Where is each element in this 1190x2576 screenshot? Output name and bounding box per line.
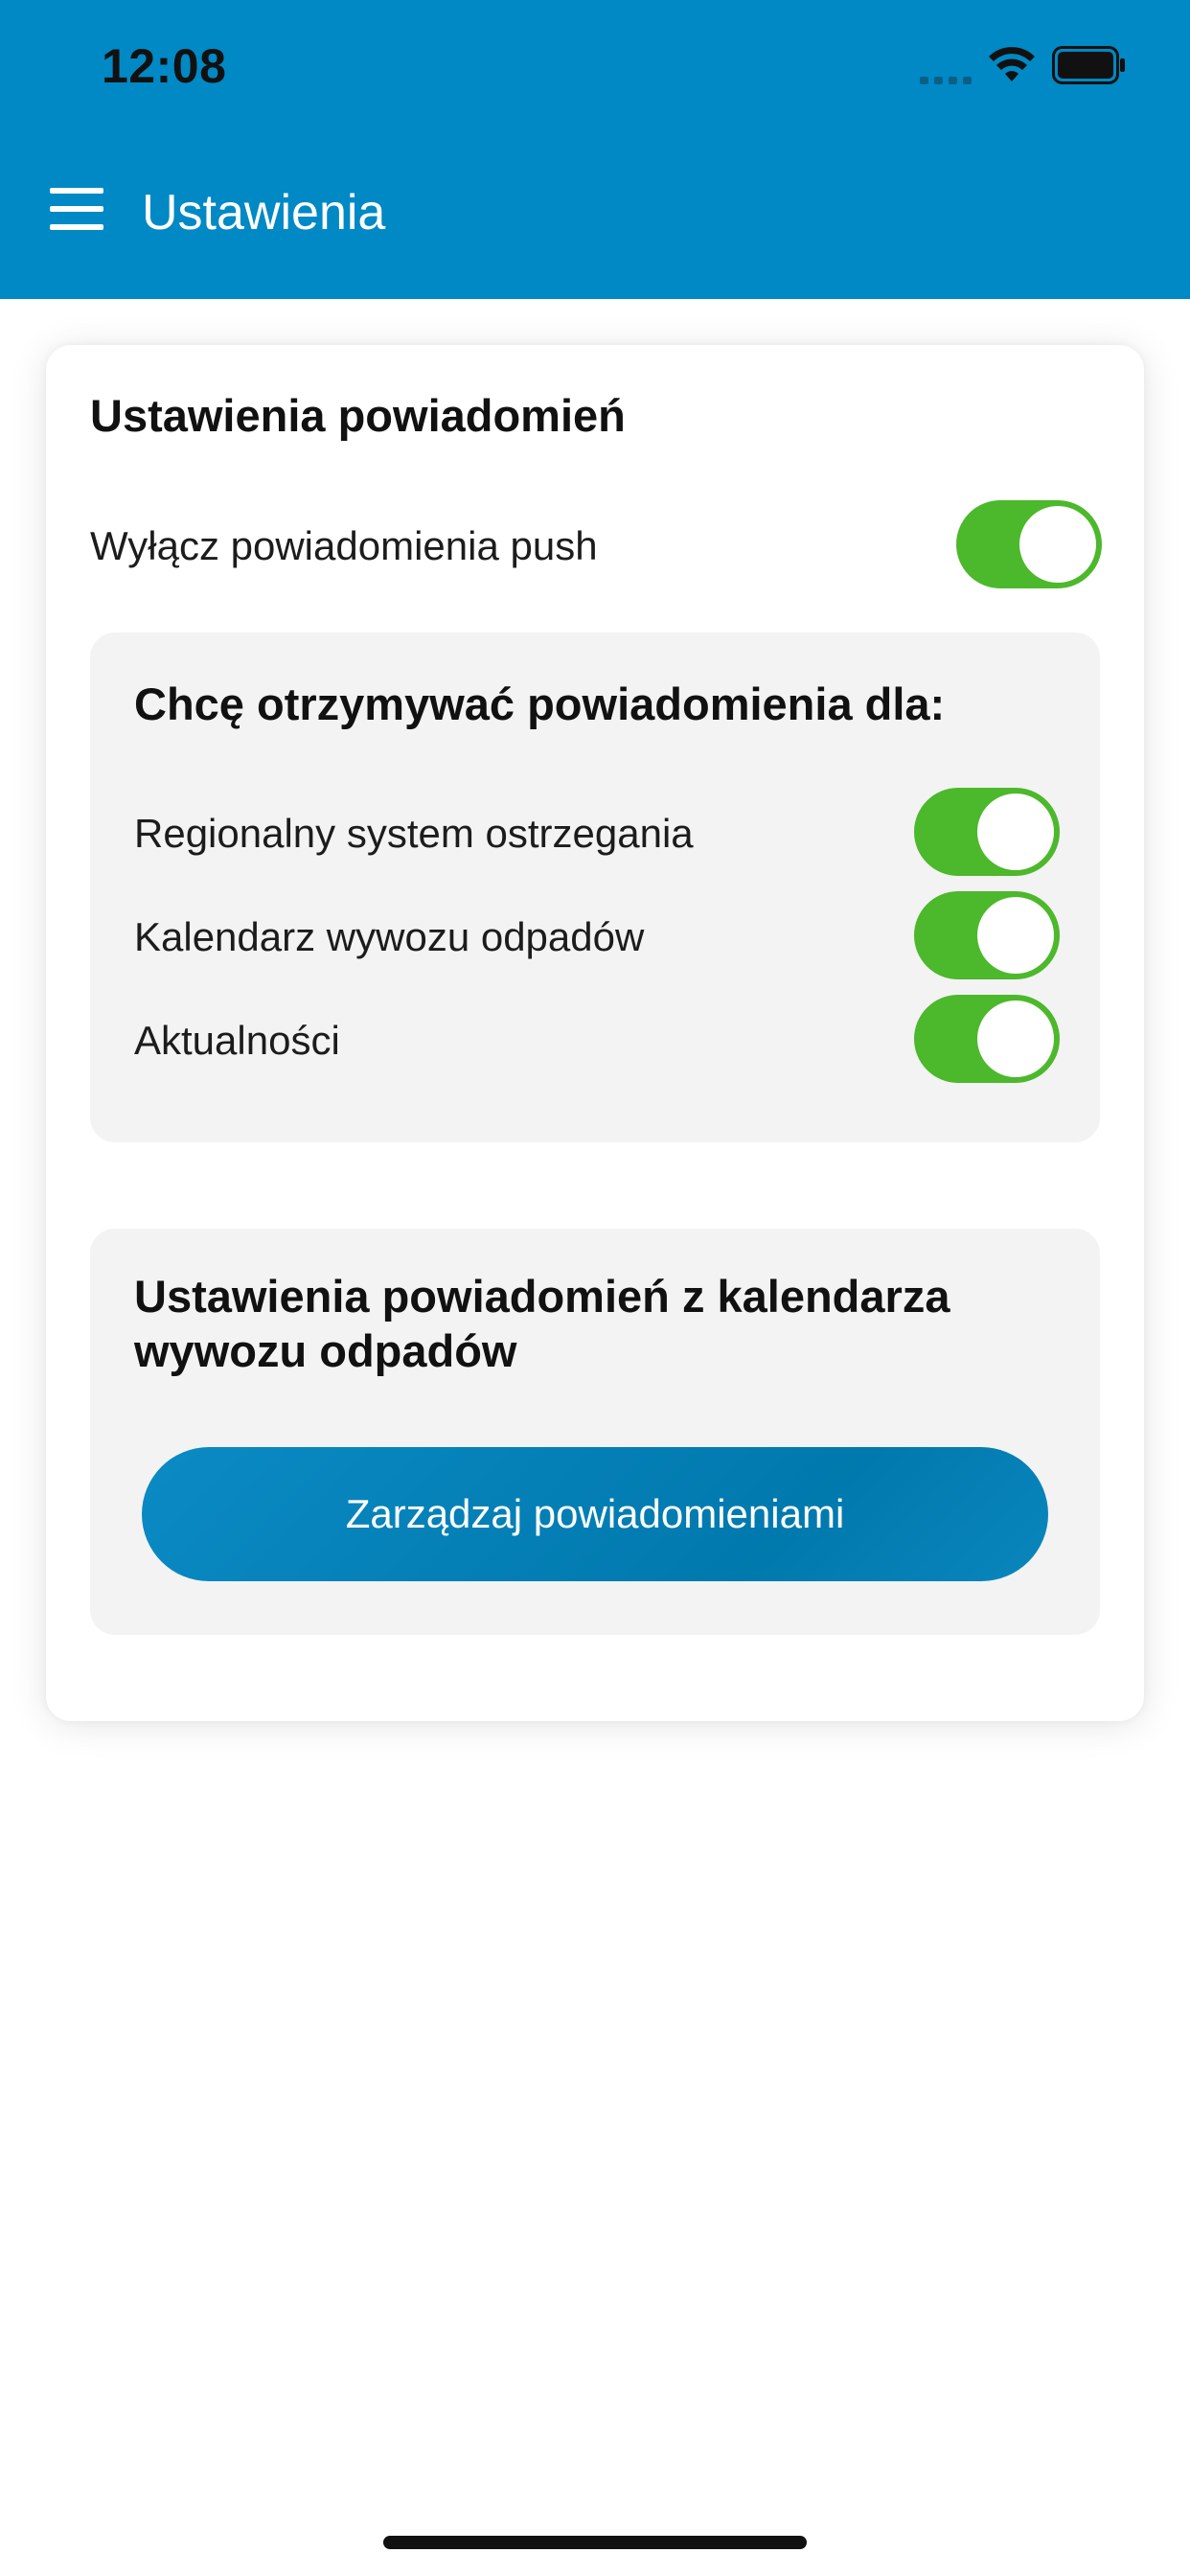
hamburger-menu-icon[interactable] <box>50 188 103 230</box>
home-indicator[interactable] <box>383 2536 807 2549</box>
subscription-label-warning-system: Regionalny system ostrzegania <box>134 811 694 856</box>
manage-notifications-button[interactable]: Zarządzaj powiadomieniami <box>142 1447 1048 1581</box>
toggle-knob <box>977 1000 1054 1077</box>
status-indicators <box>920 44 1127 86</box>
app-header: 12:08 Ustawienia <box>0 0 1190 299</box>
page-title: Ustawienia <box>142 185 386 241</box>
push-notifications-toggle[interactable] <box>956 500 1102 588</box>
cellular-signal-icon <box>920 44 972 86</box>
subscriptions-panel-title: Chcę otrzymywać powiadomienia dla: <box>134 678 946 729</box>
waste-calendar-toggle[interactable] <box>914 891 1060 979</box>
warning-system-toggle[interactable] <box>914 788 1060 876</box>
toggle-knob <box>1019 506 1096 583</box>
waste-panel-title-line2: wywozu odpadów <box>134 1325 517 1376</box>
toggle-knob <box>977 794 1054 870</box>
subscriptions-panel: Chcę otrzymywać powiadomienia dla: Regio… <box>90 632 1100 1142</box>
waste-panel-title-line1: Ustawienia powiadomień z kalendarza <box>134 1271 950 1322</box>
wifi-icon <box>989 47 1035 81</box>
status-time: 12:08 <box>102 39 227 93</box>
battery-icon <box>1052 46 1125 84</box>
navigation-bar: Ustawienia <box>0 172 1190 253</box>
card-title: Ustawienia powiadomień <box>90 390 626 441</box>
news-toggle[interactable] <box>914 995 1060 1083</box>
subscription-label-waste-calendar: Kalendarz wywozu odpadów <box>134 914 645 959</box>
notification-settings-card: Ustawienia powiadomień Wyłącz powiadomie… <box>46 345 1144 1721</box>
toggle-knob <box>977 897 1054 974</box>
subscription-label-news: Aktualności <box>134 1018 340 1063</box>
waste-calendar-panel: Ustawienia powiadomień z kalendarza wywo… <box>90 1229 1100 1635</box>
push-toggle-label: Wyłącz powiadomienia push <box>90 523 598 568</box>
